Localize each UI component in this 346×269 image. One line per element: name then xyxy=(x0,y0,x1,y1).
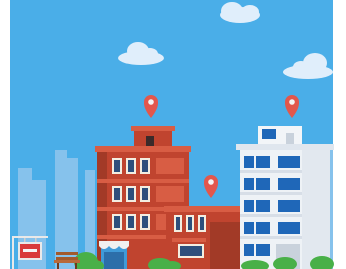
white-office-building xyxy=(236,126,334,269)
scene-svg xyxy=(0,0,346,269)
city-illustration xyxy=(0,0,346,269)
brick-low-building xyxy=(164,206,244,269)
